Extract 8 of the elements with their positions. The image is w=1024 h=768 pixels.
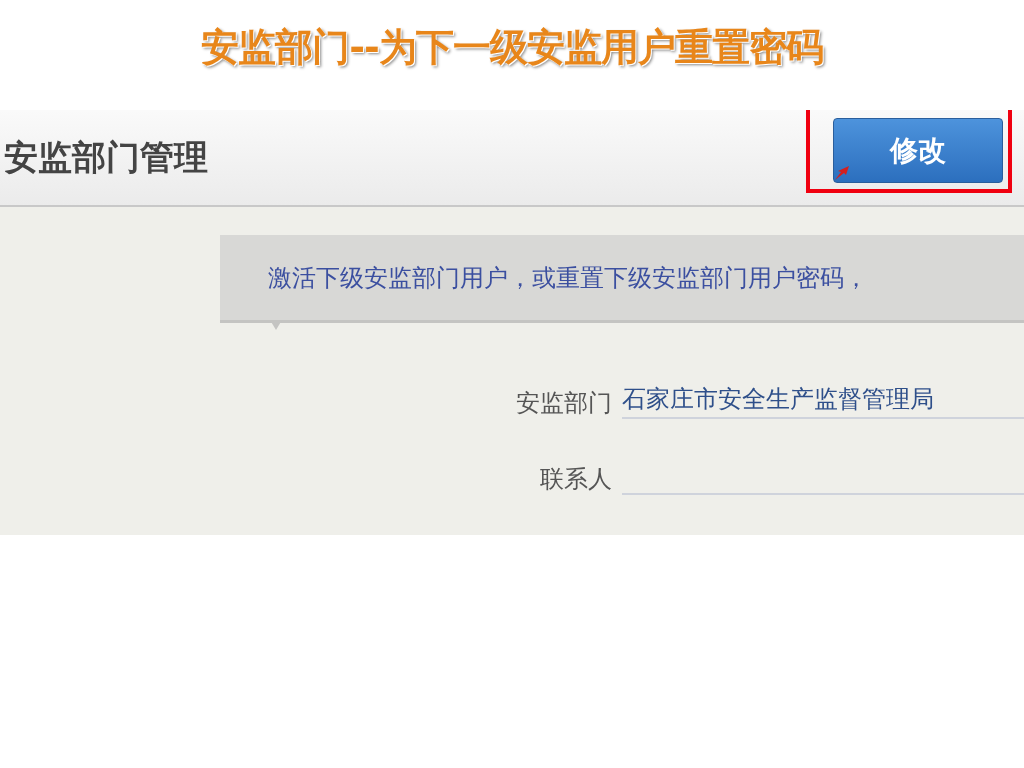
edit-button[interactable]: 修改 [833,118,1003,183]
field-label: 联系人 [539,464,612,495]
input-field[interactable]: 石家庄市安全生产监督管理局 [622,383,1024,419]
pointer-arrow-icon [835,166,849,180]
notice-text: 激活下级安监部门用户，或重置下级安监部门用户密码， [268,262,868,294]
field-label: 安监部门 [515,388,612,419]
slide-title: 安监部门--为下一级安监用户重置密码 [200,24,824,71]
page-title: 安监部门管理 [3,135,208,179]
